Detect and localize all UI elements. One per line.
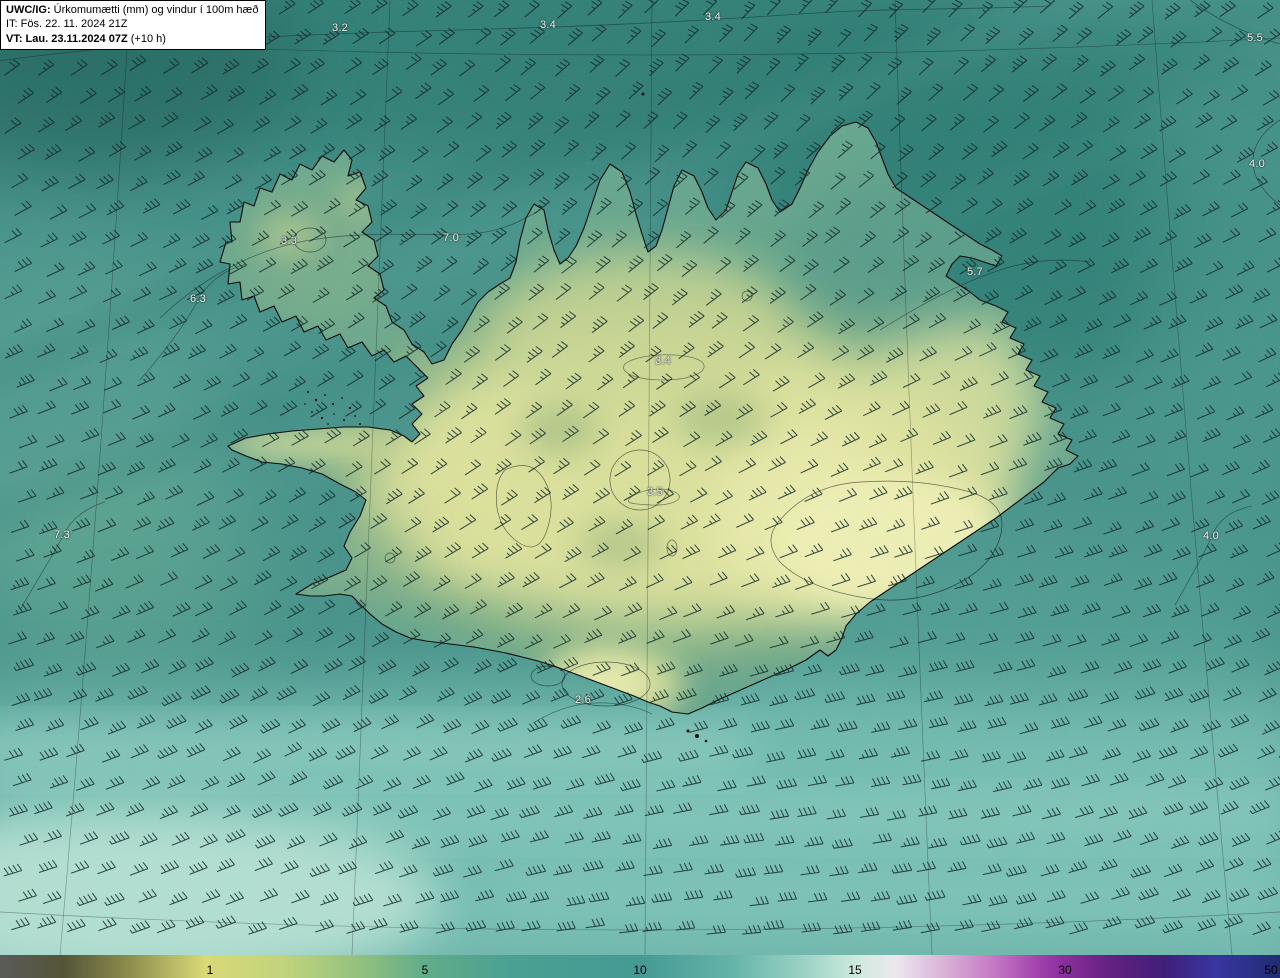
contour-label: 3.4 bbox=[540, 19, 556, 31]
valid-line: VT: Lau. 23.11.2024 07Z (+10 h) bbox=[6, 32, 258, 46]
weather-map-page: 3.2 3.4 3.4 5.5 4.0 3.3 7.0 6.3 5.7 3.4 3.5 7.3 4.0 2… bbox=[0, 0, 1280, 978]
weather-map bbox=[0, 0, 1280, 955]
contour-label: 3.4 bbox=[655, 355, 671, 367]
valid-offset: (+10 h) bbox=[127, 32, 166, 45]
contour-label: 4.0 bbox=[1203, 530, 1219, 542]
contour-label: 3.5 bbox=[647, 486, 663, 498]
colorbar-tick: 1 bbox=[206, 963, 214, 977]
contour-label: 7.3 bbox=[54, 529, 70, 541]
title-line: UWC/IG: Úrkomumætti (mm) og vindur í 100… bbox=[6, 3, 258, 17]
model-label: UWC/IG: bbox=[6, 4, 51, 16]
contour-label: 5.7 bbox=[967, 266, 983, 278]
contour-label: 7.0 bbox=[443, 232, 459, 244]
contour-label: 5.5 bbox=[1247, 32, 1263, 44]
colorbar-tick: 10 bbox=[633, 963, 647, 977]
contour-label: 3.4 bbox=[705, 11, 721, 23]
contour-label: 3.2 bbox=[332, 22, 348, 34]
colorbar-tick: 15 bbox=[848, 963, 862, 977]
map-title: Úrkomumætti (mm) og vindur í 100m hæð bbox=[50, 4, 259, 16]
contour-label: 3.3 bbox=[281, 235, 297, 247]
colorbar-tick: 50 bbox=[1264, 963, 1278, 977]
init-time: IT: Fös. 22. 11. 2024 21Z bbox=[6, 18, 128, 31]
colorbar-tick: 30 bbox=[1058, 963, 1072, 977]
colorbar: 1 5 10 15 30 50 bbox=[0, 955, 1280, 978]
contour-label: 2.6 bbox=[575, 694, 591, 706]
valid-time: VT: Lau. 23.11.2024 07Z bbox=[6, 32, 128, 45]
contour-label: 6.3 bbox=[190, 293, 206, 305]
colorbar-tick: 5 bbox=[421, 963, 429, 977]
title-box: UWC/IG: Úrkomumætti (mm) og vindur í 100… bbox=[0, 0, 267, 50]
contour-label: 4.0 bbox=[1249, 158, 1265, 170]
